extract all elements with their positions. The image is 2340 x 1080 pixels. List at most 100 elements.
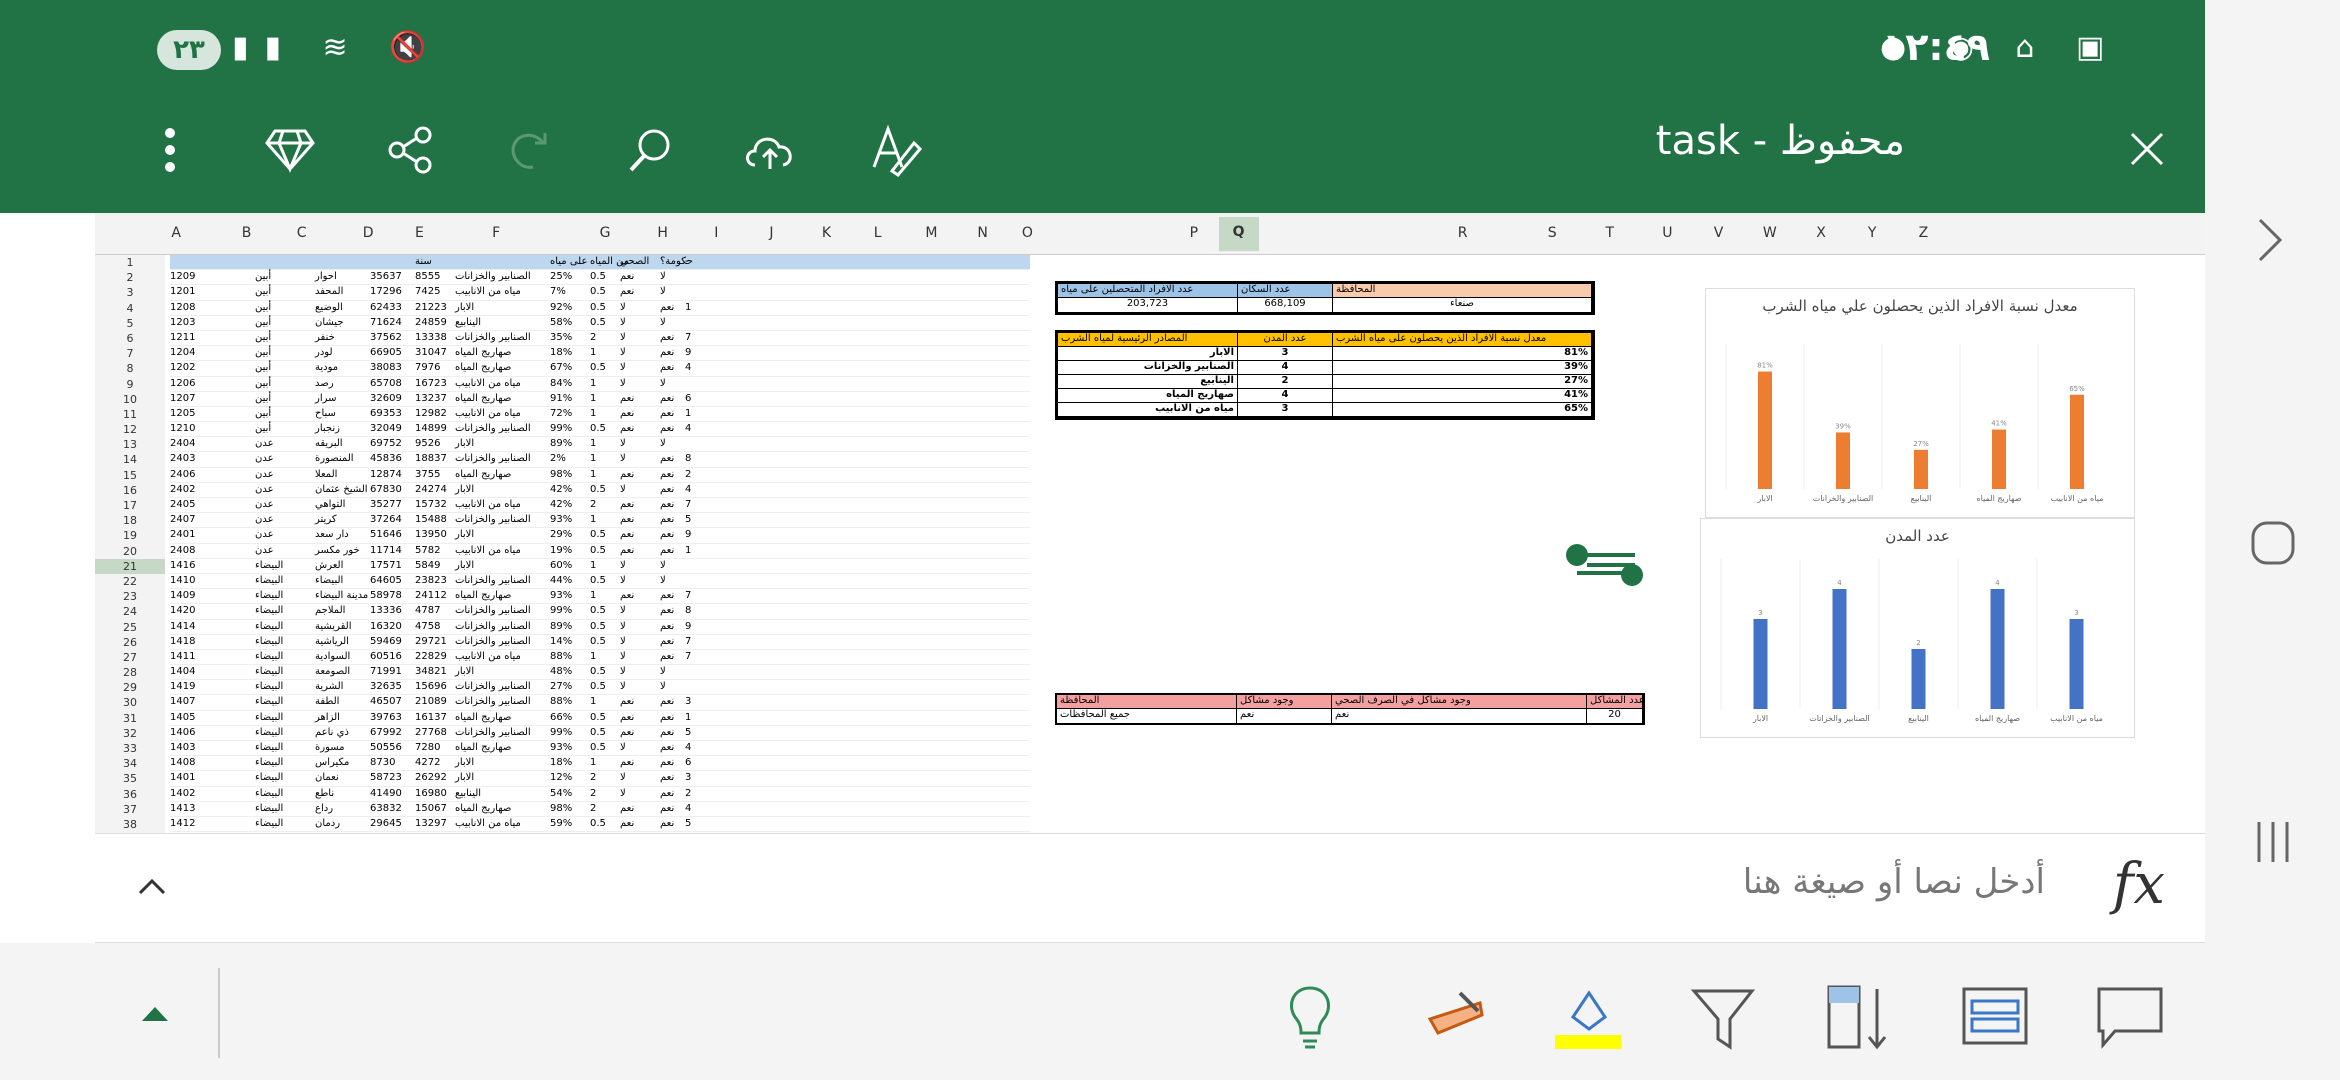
table-row[interactable]: 1202 أبين مودية 38083 7976 صهاريج المياه 67% 0.… xyxy=(170,361,1030,377)
table-cell[interactable]: 17296 xyxy=(370,286,402,297)
table-cell[interactable]: 1 xyxy=(590,757,596,768)
table-cell[interactable]: 1402 xyxy=(170,788,195,799)
table-cell[interactable]: نعم xyxy=(620,712,634,723)
table-cell[interactable]: 35277 xyxy=(370,499,402,510)
table-cell[interactable]: 51646 xyxy=(370,529,402,540)
table-cell[interactable]: 0.5 xyxy=(590,818,606,829)
row-header[interactable]: 2 xyxy=(95,270,165,285)
table-cell[interactable]: نعم xyxy=(660,818,674,829)
table-cell[interactable]: 0.5 xyxy=(590,317,606,328)
row-header[interactable]: 33 xyxy=(95,741,165,756)
column-header[interactable]: D xyxy=(348,225,388,241)
row-header[interactable]: 30 xyxy=(95,695,165,710)
row-header[interactable]: 4 xyxy=(95,301,165,316)
table-cell[interactable]: 93% xyxy=(550,590,572,601)
table-cell[interactable]: 93% xyxy=(550,514,572,525)
table-cell[interactable]: 24112 xyxy=(415,590,447,601)
table-cell[interactable]: نعم xyxy=(660,742,674,753)
table-cell[interactable]: 64605 xyxy=(370,575,402,586)
table-cell[interactable]: نعم xyxy=(660,529,674,540)
table-cell[interactable]: 1 xyxy=(590,696,596,707)
table-cell[interactable]: 46507 xyxy=(370,696,402,707)
table-cell[interactable]: 27768 xyxy=(415,727,447,738)
table-cell[interactable]: نعم xyxy=(620,727,634,738)
table-cell[interactable]: نعم xyxy=(660,393,674,404)
table-cell[interactable]: عدن xyxy=(255,453,274,464)
table-cell[interactable]: 16980 xyxy=(415,788,447,799)
table-cell[interactable]: المعلا xyxy=(315,469,337,480)
table-cell[interactable]: 42% xyxy=(550,499,572,510)
table-row[interactable]: 1402 البيضاء ناطع 41490 16980 الينابيع 54% 2 لا ن… xyxy=(170,787,1030,802)
table-cell[interactable]: لا xyxy=(620,681,626,692)
table-cell[interactable]: 67992 xyxy=(370,727,402,738)
summary-row[interactable]: صهاريج المياه 4 41% xyxy=(1058,389,1592,403)
table-cell[interactable]: 99% xyxy=(550,727,572,738)
table-cell[interactable]: 4 xyxy=(685,423,691,434)
table-cell[interactable]: 23823 xyxy=(415,575,447,586)
table-cell[interactable]: الابار xyxy=(455,560,474,571)
table-cell[interactable]: 1404 xyxy=(170,666,195,677)
table-cell[interactable]: 2405 xyxy=(170,499,195,510)
table-cell[interactable]: 37562 xyxy=(370,332,402,343)
row-header[interactable]: 22 xyxy=(95,574,165,589)
table-cell[interactable]: الشيخ عثمان xyxy=(315,484,368,495)
table-cell[interactable]: مياه من الانابيب xyxy=(455,286,521,297)
summary-table-population[interactable]: عدد الافراد المتحصلين على مياه عدد السكان… xyxy=(1055,281,1595,315)
table-cell[interactable]: 3 xyxy=(685,696,691,707)
table-cell[interactable]: 22829 xyxy=(415,651,447,662)
table-cell[interactable]: لا xyxy=(620,378,626,389)
table-cell[interactable]: 7 xyxy=(685,651,691,662)
table-cell[interactable]: 13338 xyxy=(415,332,447,343)
table-cell[interactable]: الصنابير والخزانات xyxy=(455,514,531,525)
table-cell[interactable]: ردمان xyxy=(315,818,340,829)
comment-box-icon[interactable] xyxy=(2095,983,2165,1053)
table-cell[interactable]: عدن xyxy=(255,438,274,449)
table-row[interactable]: 1406 البيضاء ذي ناعم 67992 27768 الصنابير وال… xyxy=(170,726,1030,741)
table-cell[interactable]: 13336 xyxy=(370,605,402,616)
table-cell[interactable]: 2404 xyxy=(170,438,195,449)
column-header[interactable]: W xyxy=(1750,225,1790,241)
table-cell[interactable]: 1 xyxy=(590,469,596,480)
table-cell[interactable]: 0.5 xyxy=(590,423,606,434)
table-cell[interactable]: 1 xyxy=(590,378,596,389)
table-cell[interactable]: عدن xyxy=(255,545,274,556)
table-row[interactable]: 2408 عدن خور مكسر 11714 5782 مياه من الانابيب… xyxy=(170,544,1030,559)
row-header[interactable]: 8 xyxy=(95,361,165,376)
table-cell[interactable]: خنفر xyxy=(315,332,335,343)
table-cell[interactable]: 5 xyxy=(685,514,691,525)
column-header[interactable]: G xyxy=(585,225,625,241)
table-cell[interactable]: 54% xyxy=(550,788,572,799)
table-cell[interactable]: لا xyxy=(660,575,666,586)
table-cell[interactable]: 58% xyxy=(550,317,572,328)
row-header[interactable]: 37 xyxy=(95,802,165,817)
table-cell[interactable]: 41490 xyxy=(370,788,402,799)
summary-table-sources[interactable]: المصادر الرئيسية لمياه الشرب عدد المدن معد… xyxy=(1055,330,1595,420)
table-cell[interactable]: 7976 xyxy=(415,362,440,373)
table-cell[interactable]: البيضاء xyxy=(255,727,283,738)
table-cell[interactable]: 2 xyxy=(590,788,596,799)
table-cell[interactable]: نعم xyxy=(660,302,674,313)
table-cell[interactable]: 1403 xyxy=(170,742,195,753)
table-cell[interactable]: نعم xyxy=(660,621,674,632)
column-header[interactable]: J xyxy=(751,225,791,241)
table-cell[interactable]: 88% xyxy=(550,696,572,707)
table-cell[interactable]: مياه من الانابيب xyxy=(455,378,521,389)
table-cell[interactable]: 69752 xyxy=(370,438,402,449)
table-cell[interactable]: نعم xyxy=(660,636,674,647)
table-cell[interactable]: البيضاء xyxy=(255,651,283,662)
row-header[interactable]: 29 xyxy=(95,680,165,695)
table-cell[interactable]: 1205 xyxy=(170,408,195,419)
table-cell[interactable]: 8730 xyxy=(370,757,395,768)
table-cell[interactable]: نعم xyxy=(660,469,674,480)
table-cell[interactable]: المنصورة xyxy=(315,453,354,464)
table-cell[interactable]: البيضاء xyxy=(255,560,283,571)
table-cell[interactable]: 5 xyxy=(685,818,691,829)
table-cell[interactable]: 5782 xyxy=(415,545,440,556)
table-cell[interactable]: 91% xyxy=(550,393,572,404)
table-cell[interactable]: الابار xyxy=(455,666,474,677)
table-cell[interactable]: صهاريج المياه xyxy=(455,712,511,723)
table-cell[interactable]: مياه من الانابيب xyxy=(455,499,521,510)
table-cell[interactable]: مياه من الانابيب xyxy=(455,545,521,556)
table-cell[interactable]: نعم xyxy=(660,499,674,510)
table-cell[interactable]: 1411 xyxy=(170,651,195,662)
